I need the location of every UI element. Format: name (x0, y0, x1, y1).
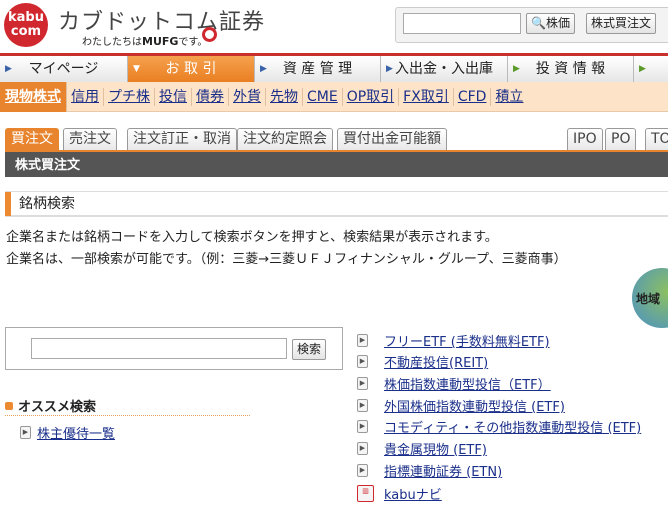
subnav-cme[interactable]: CME (303, 87, 343, 106)
arrow-right-icon: ▶ (513, 64, 520, 74)
arrow-right-icon: ▶ (357, 420, 368, 433)
nav-assets[interactable]: ▶ 資 産 管 理 (255, 56, 381, 82)
arrow-down-icon: ▼ (133, 64, 140, 74)
subnav-spot-stock[interactable]: 現物株式 (0, 81, 67, 112)
stock-search-input[interactable] (31, 338, 287, 359)
quick-search-input[interactable] (403, 13, 521, 34)
link-precious-metal-etf[interactable]: 貴金属現物 (ETF) (384, 439, 487, 458)
sub-nav: 現物株式 信用 プチ株 投信 債券 外貨 先物 CME OP取引 FX取引 CF… (0, 81, 668, 112)
link-index-etf[interactable]: 株価指数連動型投信（ETF） (384, 374, 551, 393)
arrow-right-icon: ▶ (357, 464, 368, 477)
section-header: 銘柄検索 (5, 191, 668, 217)
region-globe-button[interactable]: 地域 (632, 268, 668, 328)
link-etn[interactable]: 指標連動証券 (ETN) (384, 461, 502, 480)
subnav-fund[interactable]: 投信 (155, 87, 192, 106)
kabucom-logo[interactable]: kabu com (4, 3, 48, 47)
tab-to[interactable]: TO (645, 128, 668, 150)
search-button[interactable]: 検索 (292, 339, 327, 360)
magnifier-icon: 🔍 (531, 16, 546, 30)
arrow-right-icon: ▶ (357, 334, 368, 347)
tab-modify-cancel[interactable]: 注文訂正・取消 (127, 128, 237, 150)
kabunavi-chart-icon: ▥ (357, 485, 374, 502)
arrow-right-icon: ▶ (20, 426, 31, 439)
tab-buy-order[interactable]: 買注文 (5, 128, 59, 150)
arrow-right-icon: ▶ (357, 442, 368, 455)
subnav-futures[interactable]: 先物 (266, 87, 303, 106)
stock-price-button[interactable]: 🔍株価 (526, 13, 575, 34)
nav-mypage[interactable]: ▶ マイページ (0, 56, 128, 82)
arrow-right-icon: ▶ (386, 64, 393, 74)
tab-order-inquiry[interactable]: 注文約定照会 (237, 128, 333, 150)
page-title: 株式買注文 (5, 150, 668, 177)
arrow-right-icon: ▶ (260, 64, 267, 74)
nav-trade[interactable]: ▼ お 取 引 (128, 56, 255, 82)
tab-sell-order[interactable]: 売注文 (63, 128, 117, 150)
nav-more[interactable]: ▶ (634, 56, 668, 82)
main-nav: ▶ マイページ ▼ お 取 引 ▶ 資 産 管 理 ▶ 入出金・入出庫 ▶ 投 資 情 報… (0, 53, 668, 82)
description-line-1: 企業名または銘柄コードを入力して検索ボタンを押すと、検索結果が表示されます。 (6, 230, 498, 245)
stock-buy-order-button[interactable]: 株式買注文 (586, 13, 657, 34)
arrow-right-icon: ▶ (357, 355, 368, 368)
brand-name: カブドットコム証券 (58, 10, 266, 35)
description-line-2: 企業名は、一部検索が可能です。（例：三菱→三菱ＵＦＪフィナンシャル・グループ、三… (6, 252, 567, 267)
shareholder-benefits-link[interactable]: 株主優待一覧 (37, 423, 115, 442)
link-commodity-etf[interactable]: コモディティ・その他指数連動型投信 (ETF) (384, 417, 641, 436)
subnav-savings[interactable]: 積立 (491, 88, 527, 106)
subnav-petit[interactable]: プチ株 (104, 87, 155, 106)
subnav-margin[interactable]: 信用 (67, 87, 104, 106)
recommend-link-row: ▶ 株主優待一覧 (20, 423, 115, 442)
arrow-right-icon: ▶ (5, 64, 12, 74)
divider (5, 415, 250, 416)
arrow-right-icon: ▶ (639, 64, 646, 74)
tagline: わたしたちはMUFGです。 (82, 35, 208, 48)
subnav-bond[interactable]: 債券 (192, 87, 229, 106)
tab-ipo[interactable]: IPO (567, 128, 603, 150)
bullet-icon (5, 401, 13, 410)
link-kabunavi[interactable]: kabuナビ (384, 484, 442, 503)
tab-buying-power[interactable]: 買付出金可能額 (337, 128, 447, 150)
subnav-cfd[interactable]: CFD (454, 87, 492, 106)
recommend-heading: オススメ検索 (5, 396, 96, 415)
mufg-logo-icon (202, 27, 217, 42)
tab-po[interactable]: PO (605, 128, 637, 150)
subnav-fx[interactable]: FX取引 (399, 87, 454, 106)
nav-info[interactable]: ▶ 投 資 情 報 (508, 56, 634, 82)
arrow-right-icon: ▶ (357, 399, 368, 412)
link-free-etf[interactable]: フリーETF (手数料無料ETF) (384, 331, 550, 350)
nav-deposit[interactable]: ▶ 入出金・入出庫 (381, 56, 508, 82)
link-foreign-etf[interactable]: 外国株価指数連動型投信 (ETF) (384, 396, 565, 415)
subnav-option[interactable]: OP取引 (343, 87, 400, 106)
subnav-forex[interactable]: 外貨 (229, 87, 266, 106)
link-reit[interactable]: 不動産投信(REIT) (384, 352, 488, 371)
arrow-right-icon: ▶ (357, 377, 368, 390)
